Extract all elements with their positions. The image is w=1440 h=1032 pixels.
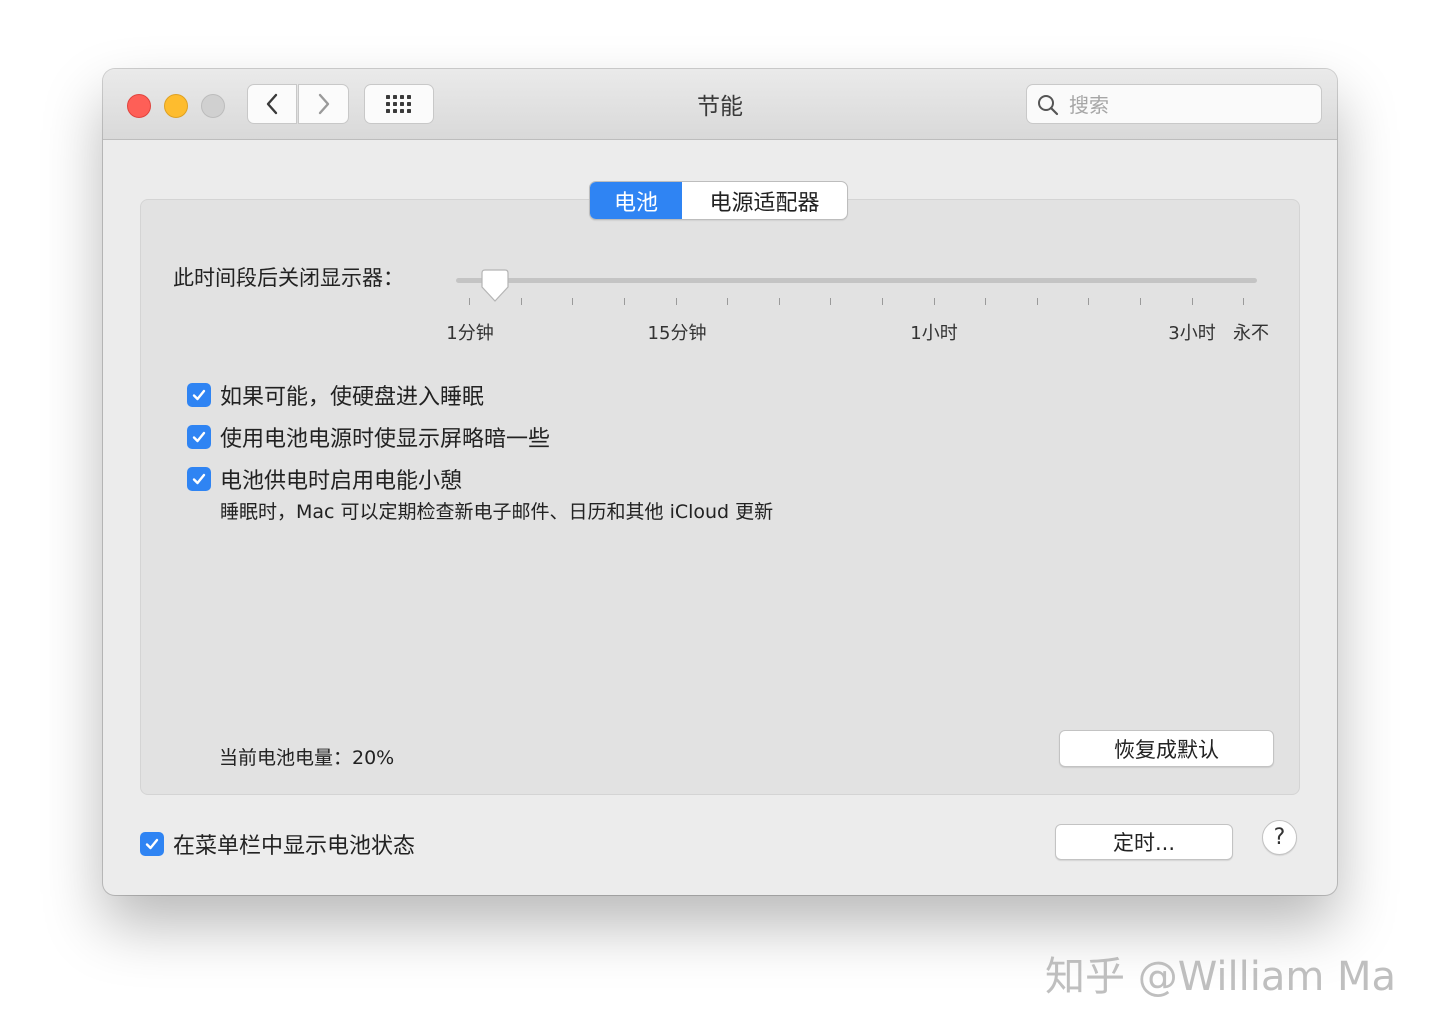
battery-level-text: 当前电池电量：20% [219,747,395,769]
power-source-segmented-control: 电池 电源适配器 [589,181,848,220]
slider-tick [985,298,986,305]
slider-tick [521,298,522,305]
checkmark-icon [145,838,159,850]
tab-power-adapter[interactable]: 电源适配器 [682,182,847,219]
slider-tick [624,298,625,305]
slider-tick [830,298,831,305]
tick-label-15-minutes: 15分钟 [647,323,707,344]
power-nap-description: 睡眠时，Mac 可以定期检查新电子邮件、日历和其他 iCloud 更新 [220,501,774,523]
search-icon [1038,95,1059,116]
power-nap-option[interactable]: 电池供电时启用电能小憩 [187,463,462,495]
hard-disk-sleep-checkbox[interactable] [187,383,211,407]
power-nap-checkbox[interactable] [187,467,211,491]
dim-display-checkbox[interactable] [187,425,211,449]
help-button[interactable]: ? [1262,820,1297,855]
dim-display-option[interactable]: 使用电池电源时使显示屏略暗一些 [187,421,550,453]
slider-tick [779,298,780,305]
tick-label-1-hour: 1小时 [910,323,958,344]
tick-label-never: 永不 [1233,323,1269,344]
slider-tick [1088,298,1089,305]
power-nap-label: 电池供电时启用电能小憩 [220,469,463,494]
watermark-text: 知乎 @William Ma [1045,954,1397,1000]
show-battery-status-option[interactable]: 在菜单栏中显示电池状态 [140,828,415,860]
slider-tick [882,298,883,305]
slider-tick [572,298,573,305]
energy-saver-window: 节能 电池 电源适配器 此时间段后关闭显示器： 1分钟 15分钟 1小时 3小时… [103,69,1337,895]
slider-tick [1037,298,1038,305]
show-battery-status-label: 在菜单栏中显示电池状态 [173,834,416,859]
display-sleep-slider-track[interactable] [456,278,1257,283]
display-sleep-slider-thumb[interactable] [479,269,511,303]
checkmark-icon [192,473,206,485]
slider-tick [727,298,728,305]
show-battery-status-checkbox[interactable] [140,832,164,856]
dim-display-label: 使用电池电源时使显示屏略暗一些 [220,427,551,452]
checkmark-icon [192,431,206,443]
hard-disk-sleep-option[interactable]: 如果可能，使硬盘进入睡眠 [187,379,484,411]
slider-tick [934,298,935,305]
slider-tick [1192,298,1193,305]
search-field[interactable] [1026,84,1322,124]
display-sleep-label: 此时间段后关闭显示器： [173,266,404,290]
tick-label-3-hours: 3小时 [1168,323,1216,344]
search-input[interactable] [1067,89,1311,121]
tick-label-1-minute: 1分钟 [446,323,494,344]
slider-tick [1140,298,1141,305]
schedule-button[interactable]: 定时... [1055,824,1233,860]
tab-battery[interactable]: 电池 [590,182,682,219]
restore-defaults-button[interactable]: 恢复成默认 [1059,730,1274,767]
slider-tick [469,298,470,305]
hard-disk-sleep-label: 如果可能，使硬盘进入睡眠 [220,385,485,410]
slider-tick [1243,298,1244,305]
title-bar: 节能 [103,69,1337,140]
checkmark-icon [192,389,206,401]
slider-tick [676,298,677,305]
